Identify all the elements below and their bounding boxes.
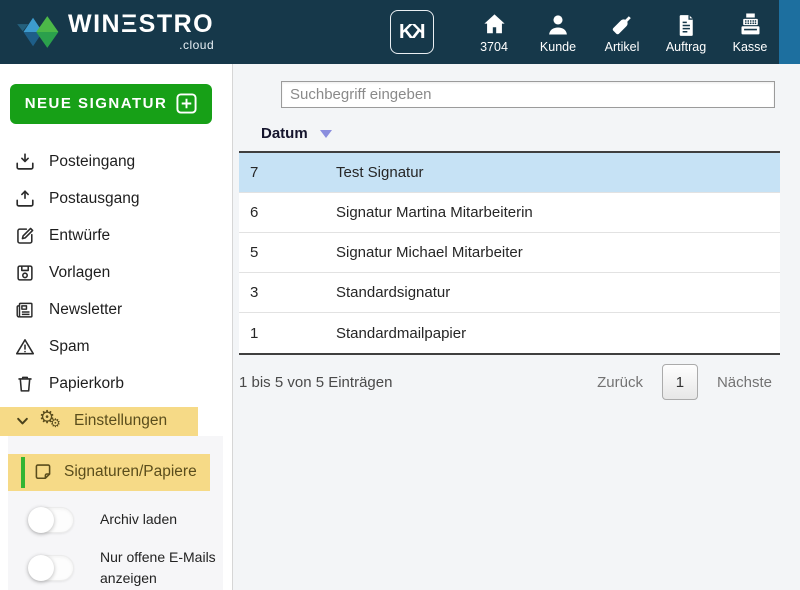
trash-icon xyxy=(14,373,36,395)
sidebar-item-label: Einstellungen xyxy=(74,412,167,430)
app-window: WINΞSTRO .cloud K K 3704 Kunde xyxy=(0,0,800,590)
toggle-label: Archiv laden xyxy=(100,509,223,531)
chevron-down-icon xyxy=(15,414,30,428)
sidebar-item-spam[interactable]: Spam xyxy=(0,329,232,366)
new-signature-button[interactable]: NEUE SIGNATUR xyxy=(10,84,212,124)
sidebar-item-label: Entwürfe xyxy=(49,227,110,245)
nav-item-label: Kasse xyxy=(733,40,768,54)
pagination: 1 bis 5 von 5 Einträgen Zurück 1 Nächste xyxy=(239,364,780,400)
active-indicator-bar xyxy=(21,457,25,488)
toggle-label: Nur offene E-Mails anzeigen xyxy=(100,547,223,590)
table-row[interactable]: 5 Signatur Michael Mitarbeiter xyxy=(239,233,780,273)
gear-icon: ⚙⚙ xyxy=(39,409,65,433)
header-nav: K K 3704 Kunde Artikel xyxy=(390,10,776,54)
search-input[interactable] xyxy=(281,81,775,108)
sidebar: NEUE SIGNATUR Posteingang Postausgang xyxy=(0,64,233,590)
edit-icon xyxy=(14,225,36,247)
row-id: 3 xyxy=(239,284,336,301)
table-header-row: Datum xyxy=(261,125,800,142)
nav-item-label: Auftrag xyxy=(666,40,706,54)
kk-badge[interactable]: K K xyxy=(390,10,434,54)
sidebar-item-papierkorb[interactable]: Papierkorb xyxy=(0,366,232,403)
kk-letter-mirrored: K xyxy=(411,21,425,44)
toggle-row-offene-emails: Nur offene E-Mails anzeigen xyxy=(8,547,223,590)
nur-offene-emails-toggle[interactable] xyxy=(28,555,74,581)
toggle-knob xyxy=(28,555,54,581)
archiv-laden-toggle[interactable] xyxy=(28,507,74,533)
outbox-icon xyxy=(14,188,36,210)
toggle-knob xyxy=(28,507,54,533)
sidebar-item-label: Papierkorb xyxy=(49,375,124,393)
table-row[interactable]: 3 Standardsignatur xyxy=(239,273,780,313)
row-name: Standardsignatur xyxy=(336,284,780,301)
sidebar-item-signaturen-papiere[interactable]: Signaturen/Papiere xyxy=(8,454,210,491)
sidebar-menu: Posteingang Postausgang Entwürfe xyxy=(0,144,232,403)
settings-subpanel: Signaturen/Papiere Archiv laden Nur offe… xyxy=(8,436,223,590)
sidebar-item-label: Signaturen/Papiere xyxy=(64,463,197,481)
table-row[interactable]: 1 Standardmailpapier xyxy=(239,313,780,353)
top-header: WINΞSTRO .cloud K K 3704 Kunde xyxy=(0,0,800,64)
row-id: 1 xyxy=(239,325,336,342)
sort-descending-icon[interactable] xyxy=(320,130,332,138)
new-signature-label: NEUE SIGNATUR xyxy=(25,95,168,112)
previous-page-button[interactable]: Zurück xyxy=(597,374,643,391)
sidebar-item-newsletter[interactable]: Newsletter xyxy=(0,292,232,329)
row-id: 7 xyxy=(239,164,336,181)
home-icon xyxy=(481,10,508,38)
nav-item-home[interactable]: 3704 xyxy=(468,10,520,54)
person-icon xyxy=(545,10,571,38)
document-icon xyxy=(674,10,699,38)
row-id: 5 xyxy=(239,244,336,261)
toggle-row-archiv: Archiv laden xyxy=(8,507,223,533)
brand-logo[interactable]: WINΞSTRO .cloud xyxy=(14,12,214,52)
row-id: 6 xyxy=(239,204,336,221)
plus-icon xyxy=(176,93,197,114)
nav-item-artikel[interactable]: Artikel xyxy=(596,10,648,54)
nav-item-label: Kunde xyxy=(540,40,576,54)
newspaper-icon xyxy=(14,299,36,321)
signatures-table: 7 Test Signatur 6 Signatur Martina Mitar… xyxy=(239,151,780,355)
sidebar-item-postausgang[interactable]: Postausgang xyxy=(0,181,232,218)
row-name: Signatur Michael Mitarbeiter xyxy=(336,244,780,261)
sidebar-item-label: Newsletter xyxy=(49,301,122,319)
brand-name: WINΞSTRO xyxy=(68,12,214,37)
header-accent-strip xyxy=(779,0,800,64)
sidebar-item-label: Vorlagen xyxy=(49,264,110,282)
nav-item-kasse[interactable]: Kasse xyxy=(724,10,776,54)
nav-item-label: 3704 xyxy=(480,40,508,54)
page-number-button[interactable]: 1 xyxy=(662,364,698,400)
note-icon xyxy=(32,461,54,483)
row-name: Test Signatur xyxy=(336,164,780,181)
sidebar-item-label: Posteingang xyxy=(49,153,135,171)
sidebar-item-label: Spam xyxy=(49,338,90,356)
save-icon xyxy=(14,262,36,284)
nav-item-label: Artikel xyxy=(605,40,640,54)
next-page-button[interactable]: Nächste xyxy=(717,374,772,391)
table-row[interactable]: 7 Test Signatur xyxy=(239,153,780,193)
sidebar-item-einstellungen[interactable]: ⚙⚙ Einstellungen xyxy=(0,407,198,436)
main-content: Datum 7 Test Signatur 6 Signatur Martina… xyxy=(233,64,800,590)
winestro-w-icon xyxy=(14,14,60,50)
nav-item-auftrag[interactable]: Auftrag xyxy=(660,10,712,54)
sidebar-item-posteingang[interactable]: Posteingang xyxy=(0,144,232,181)
cash-register-icon xyxy=(737,10,764,38)
brand-suffix: .cloud xyxy=(179,38,214,52)
nav-item-kunde[interactable]: Kunde xyxy=(532,10,584,54)
table-row[interactable]: 6 Signatur Martina Mitarbeiterin xyxy=(239,193,780,233)
row-name: Signatur Martina Mitarbeiterin xyxy=(336,204,780,221)
pagination-summary: 1 bis 5 von 5 Einträgen xyxy=(239,374,392,391)
sidebar-item-label: Postausgang xyxy=(49,190,140,208)
column-header-datum[interactable]: Datum xyxy=(261,125,308,142)
wine-bottle-icon xyxy=(609,10,635,38)
sidebar-item-entwuerfe[interactable]: Entwürfe xyxy=(0,218,232,255)
inbox-icon xyxy=(14,151,36,173)
sidebar-item-vorlagen[interactable]: Vorlagen xyxy=(0,255,232,292)
warning-icon xyxy=(14,336,36,358)
row-name: Standardmailpapier xyxy=(336,325,780,342)
